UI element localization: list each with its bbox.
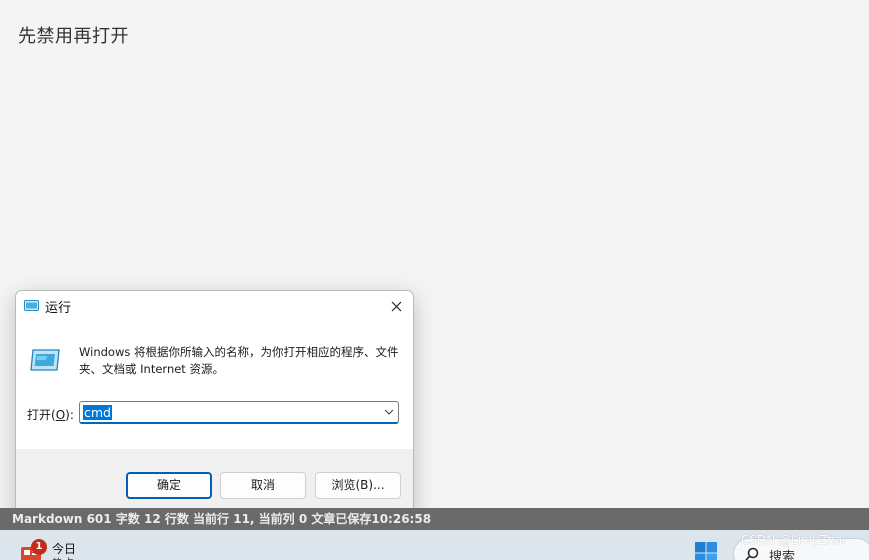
- editor-status-bar: Markdown 601 字数 12 行数 当前行 11, 当前列 0 文章已保…: [0, 508, 869, 530]
- close-icon: [391, 301, 401, 312]
- widget-sublabel: 热点: [52, 555, 74, 560]
- close-button[interactable]: [379, 291, 413, 322]
- dialog-title-bar[interactable]: 运行: [16, 291, 413, 322]
- watermark: CSDN @LinlyZhai: [741, 533, 846, 547]
- run-dialog: 运行 Windows 将根据你所输入的名称，为你打开相应的程序、文件夹、文档或 …: [15, 290, 414, 520]
- dialog-body: Windows 将根据你所输入的名称，为你打开相应的程序、文件夹、文档或 Int…: [16, 322, 413, 449]
- taskbar: 1 今日 热点 搜索: [0, 530, 869, 560]
- open-combobox[interactable]: cmd: [79, 401, 399, 424]
- open-label: 打开(O):: [27, 408, 74, 422]
- ok-button[interactable]: 确定: [126, 472, 212, 499]
- run-icon: [24, 300, 39, 311]
- windows-start-icon[interactable]: [695, 542, 717, 560]
- cancel-button[interactable]: 取消: [220, 472, 306, 499]
- search-label: 搜索: [769, 550, 796, 560]
- run-program-icon: [30, 349, 60, 371]
- open-input[interactable]: cmd: [83, 405, 112, 420]
- browse-button[interactable]: 浏览(B)...: [315, 472, 401, 499]
- dialog-description: Windows 将根据你所输入的名称，为你打开相应的程序、文件夹、文档或 Int…: [79, 345, 399, 376]
- dialog-title: 运行: [45, 301, 72, 316]
- chevron-down-icon[interactable]: [384, 408, 394, 416]
- search-icon: [745, 547, 759, 560]
- page-heading: 先禁用再打开: [18, 26, 129, 47]
- notification-badge: 1: [31, 539, 47, 555]
